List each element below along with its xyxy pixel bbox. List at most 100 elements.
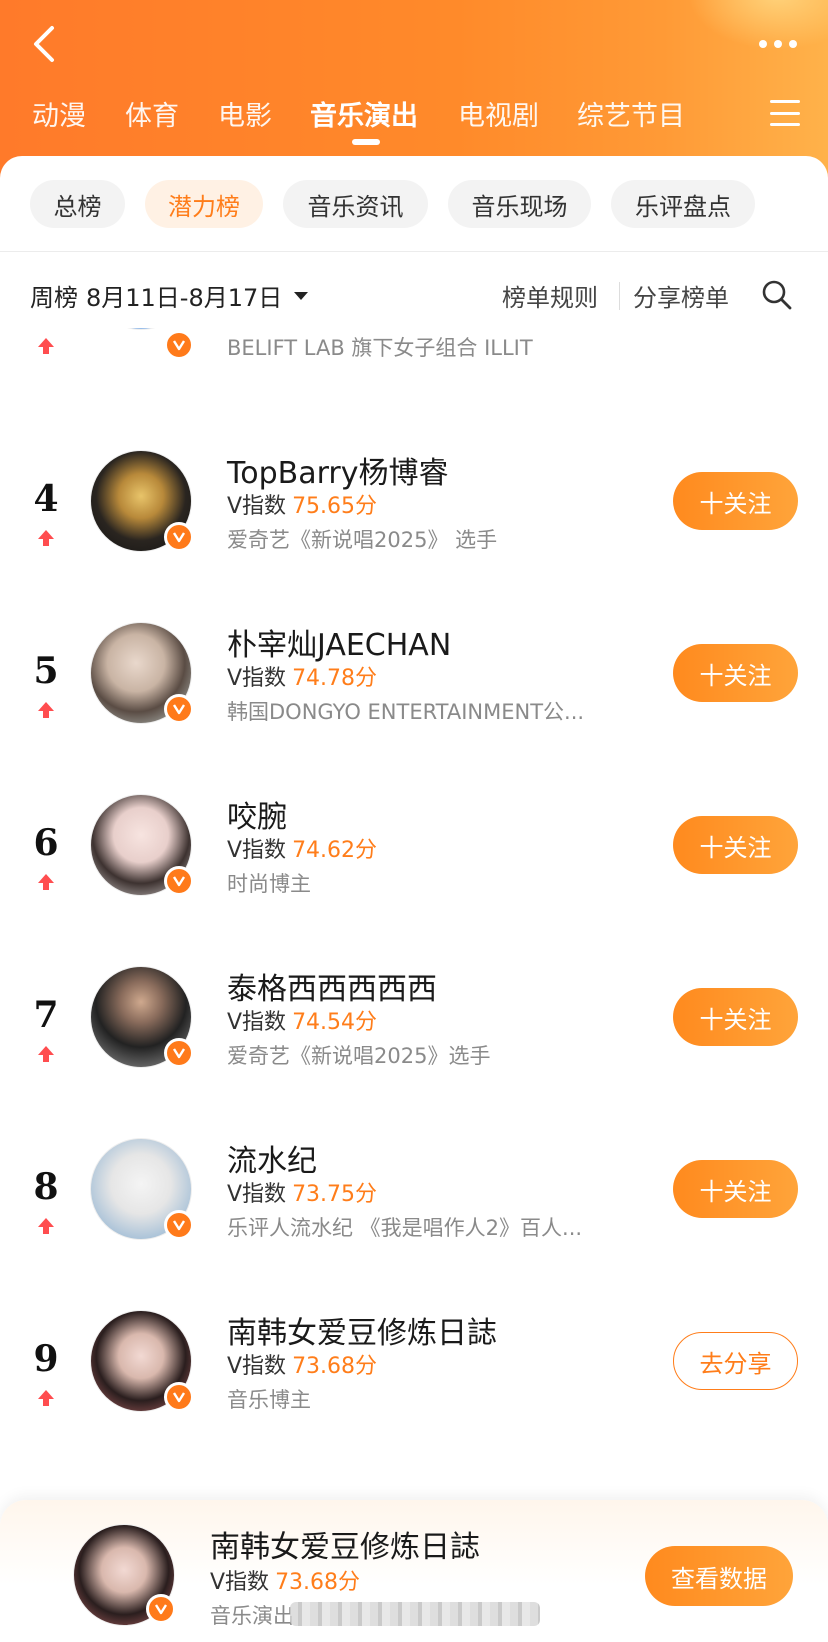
item-name[interactable]: TopBarry杨博睿 [227,448,448,492]
score-label: V指数 [210,1570,270,1595]
go-share-button[interactable]: 去分享 [673,1332,798,1390]
chip-music-news[interactable]: 音乐资讯 [283,180,428,228]
item-description: 音乐博主 [227,1388,311,1412]
arrow-up-icon [38,1390,54,1406]
list-item[interactable]: 4 TopBarry杨博睿 V指数 75.65分 爱奇艺《新说唱2025》 选手 … [0,450,828,630]
share-list-link[interactable]: 分享榜单 [633,278,729,313]
item-name[interactable]: 咬腕 [227,792,287,836]
arrow-up-icon [38,1218,54,1234]
category-tabs: 动漫 体育 电影 音乐演出 电视剧 综艺节目 [0,88,828,148]
chip-overall[interactable]: 总榜 [30,180,125,228]
follow-button[interactable]: 十关注 [673,988,798,1046]
follow-button[interactable]: 十关注 [673,472,798,530]
verified-v-badge-icon [164,522,194,552]
back-button[interactable] [22,22,66,66]
list-item[interactable]: 8 流水纪 V指数 73.75分 乐评人流水纪 《我是唱作人2》百人... 十关注 [0,1138,828,1318]
verified-v-badge-icon [164,1210,194,1240]
more-dots-icon[interactable] [750,24,806,64]
arrow-up-icon [38,338,54,354]
rank-number: 6 [33,822,59,864]
follow-button[interactable]: 十关注 [673,1160,798,1218]
list-item[interactable]: BELIFT LAB 旗下女子组合 ILLIT [0,328,828,446]
list-item[interactable]: 9 南韩女爱豆修炼日誌 V指数 73.68分 音乐博主 去分享 [0,1310,828,1490]
chip-music-live[interactable]: 音乐现场 [448,180,591,228]
item-description: 爱奇艺《新说唱2025》选手 [227,1044,491,1068]
score-value: 73.68分 [275,1570,361,1595]
chip-potential[interactable]: 潜力榜 [145,180,263,228]
list-item[interactable]: 7 泰格西西西西西 V指数 74.54分 爱奇艺《新说唱2025》选手 十关注 [0,966,828,1146]
rank-number: 9 [33,1338,59,1380]
item-description: 乐评人流水纪 《我是唱作人2》百人... [227,1216,583,1240]
item-score: V指数 73.75分 [227,1176,377,1208]
item-score: V指数 73.68分 [227,1348,377,1380]
score-value: 73.68分 [292,1354,378,1379]
tab-sports[interactable]: 体育 [125,94,179,133]
score-value: 74.54分 [292,1010,378,1035]
card-score: V指数 73.68分 [210,1564,360,1596]
arrow-up-icon [38,702,54,718]
arrow-up-icon [38,1046,54,1062]
item-description: BELIFT LAB 旗下女子组合 ILLIT [227,336,533,360]
period-type: 周榜 [30,284,78,312]
score-label: V指数 [227,1182,287,1207]
ranking-list: BELIFT LAB 旗下女子组合 ILLIT 4 TopBarry杨博睿 V指… [0,328,828,1500]
score-value: 74.78分 [292,666,378,691]
tab-music-shows[interactable]: 音乐演出 [310,94,418,133]
score-value: 75.65分 [292,494,378,519]
item-name[interactable]: 南韩女爱豆修炼日誌 [227,1308,497,1352]
item-description: 爱奇艺《新说唱2025》 选手 [227,528,498,552]
rank-number: 7 [33,994,59,1036]
verified-v-badge-icon [164,1382,194,1412]
card-name[interactable]: 南韩女爱豆修炼日誌 [210,1522,480,1566]
item-score: V指数 74.78分 [227,660,377,692]
rank-number: 4 [33,478,59,520]
item-name[interactable]: 泰格西西西西西 [227,964,437,1008]
rank-number: 5 [33,650,59,692]
score-value: 74.62分 [292,838,378,863]
separator [619,282,620,310]
tab-anime[interactable]: 动漫 [32,94,86,133]
tab-movies[interactable]: 电影 [218,94,272,133]
sub-tabs: 总榜 潜力榜 音乐资讯 音乐现场 乐评盘点 [0,180,828,228]
arrow-up-icon [38,874,54,890]
chevron-left-icon [34,26,54,62]
item-score: V指数 74.54分 [227,1004,377,1036]
tab-tv-dramas[interactable]: 电视剧 [458,94,539,133]
verified-v-badge-icon [164,866,194,896]
search-icon[interactable] [760,278,794,312]
score-value: 73.75分 [292,1182,378,1207]
item-description: 时尚博主 [227,872,311,896]
verified-v-badge-icon [164,1038,194,1068]
score-label: V指数 [227,666,287,691]
period-selector[interactable]: 周榜 8月11日-8月17日 [30,278,309,313]
view-data-button[interactable]: 查看数据 [645,1546,793,1606]
rules-link[interactable]: 榜单规则 [502,278,598,313]
follow-button[interactable]: 十关注 [673,816,798,874]
arrow-up-icon [38,530,54,546]
list-item[interactable]: 6 咬腕 V指数 74.62分 时尚博主 十关注 [0,794,828,974]
chip-review-roundup[interactable]: 乐评盘点 [611,180,755,228]
item-score: V指数 75.65分 [227,488,377,520]
score-label: V指数 [227,1354,287,1379]
card-description: 音乐演出 [210,1604,294,1628]
active-tab-indicator [352,139,380,145]
score-label: V指数 [227,494,287,519]
item-score: V指数 74.62分 [227,832,377,864]
verified-v-badge-icon [146,1594,176,1624]
rank-number: 8 [33,1166,59,1208]
divider [0,251,828,252]
item-name[interactable]: 流水纪 [227,1136,317,1180]
list-item[interactable]: 5 朴宰灿JAECHAN V指数 74.78分 韩国DONGYO ENTERTAI… [0,622,828,802]
hamburger-menu-icon[interactable] [770,100,800,126]
item-name[interactable]: 朴宰灿JAECHAN [227,620,451,664]
verified-v-badge-icon [164,694,194,724]
my-ranking-card: 南韩女爱豆修炼日誌 V指数 73.68分 音乐演出 查看数据 [0,1500,828,1642]
verified-v-badge-icon [164,330,194,360]
score-label: V指数 [227,838,287,863]
follow-button[interactable]: 十关注 [673,644,798,702]
item-description: 韩国DONGYO ENTERTAINMENT公... [227,700,585,724]
redacted-text [290,1602,540,1626]
period-bar: 周榜 8月11日-8月17日 榜单规则 分享榜单 [0,274,828,316]
tab-variety-shows[interactable]: 综艺节目 [577,94,685,133]
score-label: V指数 [227,1010,287,1035]
